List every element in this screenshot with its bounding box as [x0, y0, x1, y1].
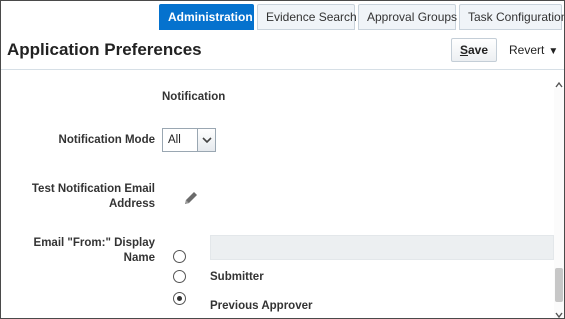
revert-button[interactable]: Revert ▼	[509, 43, 558, 57]
scroll-down-icon[interactable]	[555, 306, 563, 318]
caret-down-icon: ▼	[548, 46, 559, 57]
application-preferences-window: Administration Evidence Search Approval …	[0, 0, 565, 319]
notification-mode-label: Notification Mode	[58, 134, 155, 146]
notification-mode-select[interactable]: All	[162, 128, 216, 152]
email-from-display-name-input[interactable]	[210, 235, 554, 260]
radio-label-submitter: Submitter	[210, 271, 264, 283]
radio-label-previous-approver: Previous Approver	[210, 300, 313, 312]
test-email-label: Test Notification Email Address	[31, 183, 155, 210]
pencil-icon[interactable]	[182, 189, 200, 207]
save-mnemonic: S	[459, 43, 468, 57]
radio-previous-approver[interactable]	[173, 292, 186, 305]
revert-label: Revert	[509, 43, 545, 57]
save-button[interactable]: Save	[451, 38, 497, 62]
email-from-label: Email "From:" Display Name	[33, 237, 155, 264]
page-title: Application Preferences	[7, 40, 202, 59]
scroll-thumb[interactable]	[555, 268, 563, 302]
section-label-notification: Notification	[162, 91, 226, 103]
save-label: ave	[467, 43, 489, 57]
radio-email-from-custom[interactable]	[173, 250, 186, 263]
preferences-form: Notification Notification Mode All Test …	[1, 70, 554, 318]
vertical-scrollbar[interactable]	[554, 70, 564, 318]
tab-administration[interactable]: Administration	[159, 4, 254, 30]
chevron-down-icon[interactable]	[197, 129, 215, 151]
radio-submitter[interactable]	[173, 270, 186, 283]
tab-approval-groups[interactable]: Approval Groups	[358, 4, 457, 30]
tab-evidence-search[interactable]: Evidence Search	[257, 4, 357, 30]
scroll-up-icon[interactable]	[555, 76, 563, 88]
tab-bar: Administration Evidence Search Approval …	[159, 4, 564, 30]
tab-task-configuration[interactable]: Task Configuration	[459, 4, 564, 30]
notification-mode-value: All	[168, 134, 181, 146]
radio-selected-dot	[177, 296, 182, 301]
